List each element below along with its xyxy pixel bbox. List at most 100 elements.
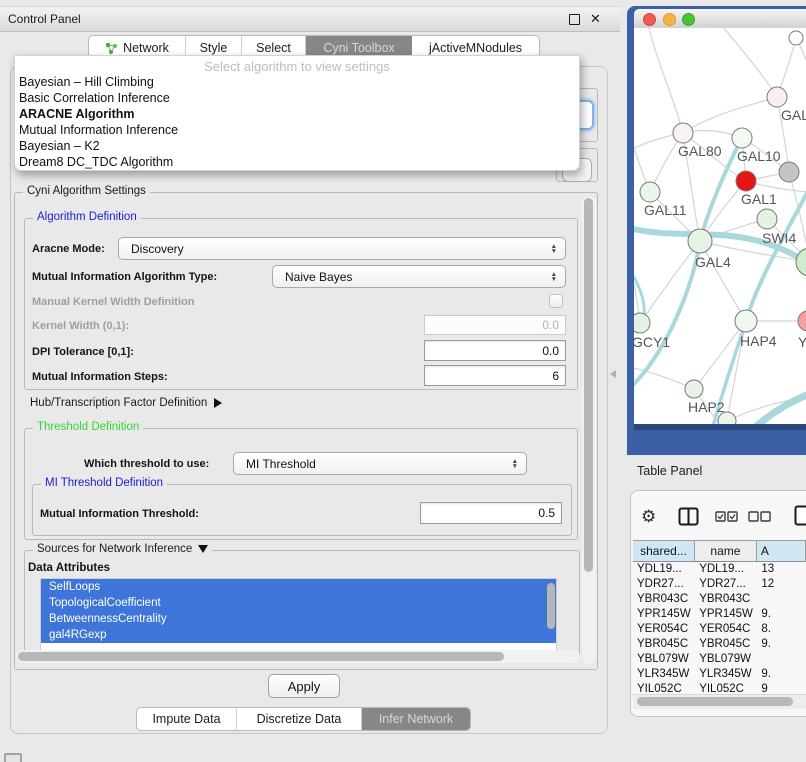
network-node-GAL80[interactable] — [673, 123, 693, 143]
float-window-icon[interactable] — [569, 14, 580, 25]
data-attribute-item[interactable]: TopologicalCoefficient — [41, 595, 556, 611]
data-attributes-label: Data Attributes — [28, 562, 110, 574]
dropdown-item[interactable]: Dream8 DC_TDC Algorithm — [15, 154, 579, 170]
dpi-tolerance-value: 0.0 — [542, 344, 559, 358]
table-cell — [757, 592, 806, 607]
network-node-GCY1[interactable] — [634, 313, 650, 333]
mi-threshold-value: 0.5 — [538, 506, 555, 520]
network-node-HAP4[interactable] — [735, 310, 757, 332]
table-column-header[interactable]: name — [695, 541, 757, 561]
table-cell: YBL079W — [695, 652, 757, 667]
network-window-titlebar[interactable] — [634, 9, 806, 30]
minimized-panel-icon[interactable] — [4, 753, 22, 762]
table-row[interactable]: YBR043CYBR043C — [633, 592, 806, 607]
mi-steps-label: Mutual Information Steps: — [32, 371, 168, 383]
dropdown-item[interactable]: Mutual Information Inference — [15, 122, 579, 138]
stepper-icon: ▲▼ — [551, 244, 557, 254]
window-minimize-icon[interactable] — [663, 13, 676, 26]
control-panel-titlebar: Control Panel ✕ — [0, 6, 620, 32]
export-table-icon[interactable] — [794, 505, 806, 526]
network-canvas[interactable]: GAL7GAL80GAL10GAL1GAL11SWI4GAL4GCY1HAP4Y… — [634, 28, 806, 424]
dropdown-item[interactable]: Bayesian – K2 — [15, 138, 579, 154]
stepper-icon: ▲▼ — [551, 272, 557, 282]
manual-kernel-checkbox[interactable] — [549, 294, 563, 308]
algorithm-dropdown-popup: Select algorithm to view settings Bayesi… — [14, 55, 580, 171]
hub-definition-label: Hub/Transcription Factor Definition — [30, 397, 207, 409]
select-all-columns-icon[interactable] — [715, 511, 739, 522]
network-node-label: GAL1 — [741, 191, 777, 207]
panel-title: Control Panel — [8, 12, 81, 26]
deselect-all-columns-icon[interactable] — [748, 511, 772, 522]
network-node-label: GAL10 — [737, 148, 781, 164]
table-cell: 9. — [757, 637, 806, 652]
mi-algorithm-type-combobox[interactable]: Naive Bayes ▲▼ — [272, 265, 566, 288]
data-attributes-list[interactable]: SelfLoopsTopologicalCoefficientBetweenne… — [40, 578, 557, 656]
network-node-SWI4[interactable] — [757, 209, 777, 229]
table-header-row: shared...nameA — [633, 540, 806, 562]
network-node-GAL4[interactable] — [688, 229, 712, 253]
table-row[interactable]: YBR045CYBR045C9. — [633, 637, 806, 652]
network-node-GAL7[interactable] — [767, 87, 787, 107]
network-node-label: HAP2 — [688, 399, 725, 415]
network-edge — [700, 241, 746, 321]
algorithm-dropdown-prompt: Select algorithm to view settings — [15, 56, 579, 74]
table-column-header[interactable]: A — [757, 541, 806, 561]
which-threshold-combobox[interactable]: MI Threshold ▲▼ — [233, 452, 527, 475]
settings-vertical-scrollbar[interactable] — [582, 196, 596, 664]
split-table-icon[interactable] — [678, 507, 699, 526]
table-column-header[interactable]: shared... — [633, 541, 695, 561]
network-node-label: GAL80 — [678, 143, 722, 159]
panel-splitter-handle[interactable] — [610, 370, 616, 378]
window-zoom-icon[interactable] — [682, 13, 695, 26]
network-node-GAL1[interactable] — [736, 171, 756, 191]
table-row[interactable]: YDL19...YDL19...13 — [633, 562, 806, 577]
network-edge — [789, 172, 806, 262]
sources-title-row[interactable]: Sources for Network Inference — [33, 543, 212, 555]
attributes-scrollbar-thumb[interactable] — [547, 583, 555, 629]
tab-discretize-data[interactable]: Discretize Data — [237, 708, 362, 730]
aracne-mode-label: Aracne Mode: — [32, 243, 105, 255]
dropdown-item[interactable]: Basic Correlation Inference — [15, 90, 579, 106]
table-row[interactable]: YLR345WYLR345W9. — [633, 667, 806, 682]
dropdown-item[interactable]: Bayesian – Hill Climbing — [15, 74, 579, 90]
hub-definition-expander[interactable]: Hub/Transcription Factor Definition — [30, 397, 222, 409]
table-row[interactable]: YER054CYER054C8. — [633, 622, 806, 637]
mi-steps-value: 6 — [552, 369, 559, 383]
table-horizontal-scrollbar[interactable] — [633, 694, 806, 709]
aracne-mode-combobox[interactable]: Discovery ▲▼ — [118, 237, 566, 260]
mi-threshold-field[interactable]: 0.5 — [420, 502, 562, 524]
network-node-HAP2[interactable] — [685, 380, 703, 398]
which-threshold-label: Which threshold to use: — [84, 458, 209, 470]
tab-infer-network-label: Infer Network — [379, 712, 453, 726]
mi-threshold-definition-title: MI Threshold Definition — [41, 477, 167, 489]
network-node-label: SWI4 — [762, 230, 796, 246]
network-node-GAL10[interactable] — [732, 128, 752, 148]
network-node-GAL11[interactable] — [640, 182, 660, 202]
table-row[interactable]: YBL079WYBL079W — [633, 652, 806, 667]
mi-steps-field[interactable]: 6 — [424, 365, 566, 386]
table-cell: YLR345W — [633, 667, 695, 682]
close-icon[interactable]: ✕ — [590, 12, 601, 25]
tab-discretize-data-label: Discretize Data — [257, 712, 342, 726]
network-node-pink-node[interactable] — [798, 311, 806, 331]
dpi-tolerance-field[interactable]: 0.0 — [424, 340, 566, 361]
table-row[interactable]: YDR27...YDR27...12 — [633, 577, 806, 592]
network-node-big-green[interactable] — [796, 248, 806, 276]
dropdown-item[interactable]: ARACNE Algorithm — [15, 106, 579, 122]
settings-group-title: Cyni Algorithm Settings — [23, 185, 150, 197]
settings-horizontal-scrollbar[interactable] — [16, 650, 580, 663]
data-attribute-item[interactable]: BetweennessCentrality — [41, 611, 556, 627]
tab-impute-data[interactable]: Impute Data — [137, 708, 237, 730]
algorithm-dropdown-list: Bayesian – Hill ClimbingBasic Correlatio… — [15, 74, 579, 170]
table-row[interactable]: YPR145WYPR145W9. — [633, 607, 806, 622]
apply-button[interactable]: Apply — [268, 674, 340, 698]
network-node-label: GCY1 — [634, 334, 670, 350]
network-node-partial-top[interactable] — [789, 31, 803, 45]
data-attribute-item[interactable]: SelfLoops — [41, 579, 556, 595]
data-attribute-item[interactable]: gal4RGexp — [41, 627, 556, 643]
table-cell: YBR045C — [633, 637, 695, 652]
table-settings-gear-icon[interactable]: ⚙ — [641, 508, 656, 525]
tab-infer-network[interactable]: Infer Network — [362, 708, 470, 730]
network-node-gray-node[interactable] — [779, 162, 799, 182]
window-close-icon[interactable] — [643, 13, 656, 26]
